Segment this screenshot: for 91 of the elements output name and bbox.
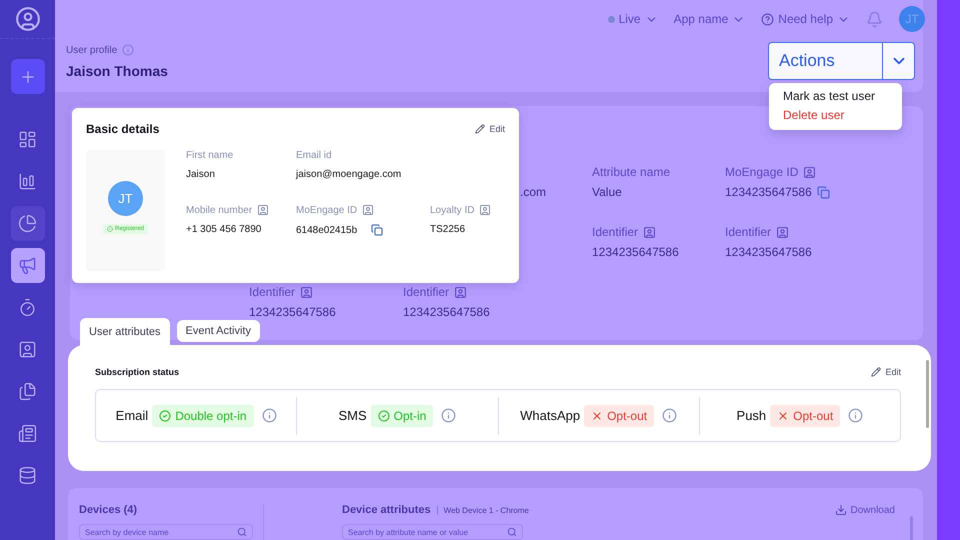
field-value: Jaison [186,169,215,180]
download-button[interactable]: Download [834,504,895,516]
attribute-search-field[interactable]: Search by attribute name or value [342,524,523,540]
attribute-value: 1234235647586 [403,305,490,319]
attribute-label: Identifier [403,285,450,299]
pie-chart-icon [18,214,37,233]
dashboard-icon [18,130,37,149]
help-icon [761,12,774,26]
menu-item[interactable]: Mark as test user [783,89,902,103]
id-card-icon [776,226,790,238]
tab[interactable]: Event Activity [176,320,260,342]
search-icon [507,527,517,537]
attribute-value: .com [520,185,546,199]
environment-dropdown[interactable]: Live [608,12,658,26]
info-icon[interactable] [848,408,864,423]
edit-link[interactable]: Edit [475,124,505,134]
stopwatch-icon [18,298,37,317]
attribute-value: 1234235647586 [725,185,812,199]
copy-icon[interactable] [371,224,384,236]
section-title: Subscription status [95,367,180,377]
user-avatar: JT [108,181,143,216]
id-card-icon [454,286,468,298]
attribute-label: Identifier [725,225,772,239]
pencil-icon [475,124,486,134]
add-button[interactable] [10,59,44,94]
id-card-icon [643,226,656,238]
field-value: +1 305 456 7890 [186,224,262,235]
cross-icon [777,410,790,422]
newspaper-icon [18,424,37,443]
megaphone-icon [18,256,37,275]
attribute-label: Identifier [249,285,296,299]
channel-name: Email [116,408,148,423]
info-icon[interactable] [662,408,678,423]
campaigns-nav[interactable] [10,248,44,283]
field-value: 6148e02415b [296,224,358,236]
search-icon [237,527,247,537]
status-badge: Opt-out [770,404,840,426]
attribute-label: Attribute name [592,165,670,179]
copy-icon[interactable] [816,186,830,198]
card-title: Basic details [86,122,160,136]
id-card-icon [479,204,492,216]
id-card-icon [300,286,314,298]
tab[interactable]: User attributes [80,318,170,346]
field-label: Email id [296,150,332,161]
id-card-icon [362,204,374,216]
info-icon[interactable] [262,408,277,423]
id-card-icon [803,166,816,178]
device-attributes-title: Device attributes [342,504,431,516]
status-badge: Opt-in [370,404,434,426]
channel-name: SMS [338,408,367,423]
edit-link[interactable]: Edit [871,367,901,377]
field-value: TS2256 [430,224,466,235]
files-icon [18,382,37,401]
attribute-value: 1234235647586 [725,245,812,259]
actions-button[interactable]: Actions [769,43,882,79]
status-dot-icon [608,16,615,22]
attribute-label: Identifier [592,225,638,239]
channel-name: Push [736,408,766,423]
segments-nav[interactable] [10,206,44,241]
contact-icon [18,340,37,359]
device-search-field[interactable]: Search by device name [79,524,253,540]
page-label: User profile [66,44,118,56]
bar-chart-icon [18,172,37,191]
status-badge: Double opt-in [152,404,254,426]
field-label: First name [186,150,234,161]
database-icon [18,466,37,485]
channel-name: WhatsApp [520,408,580,423]
attribute-value: 1234235647586 [249,305,336,319]
field-label: Loyalty ID [430,204,474,216]
user-name: Jaison Thomas [66,63,168,79]
info-icon[interactable] [441,408,456,423]
cross-icon [591,410,604,422]
user-logo-icon [14,6,40,32]
app-dropdown[interactable]: App name [674,12,746,26]
pencil-icon [871,367,882,377]
attribute-value: Value [592,185,622,199]
id-card-icon [257,204,270,216]
devices-title: Devices (4) [79,504,138,516]
status-badge: Opt-out [584,404,654,426]
field-label: MoEngage ID [296,204,358,216]
attribute-label: MoEngage ID [725,165,798,179]
menu-item[interactable]: Delete user [783,108,902,122]
help-dropdown[interactable]: Need help [761,12,850,26]
device-name: Web Device 1 - Chrome [436,506,529,514]
field-label: Mobile number [186,204,252,216]
check-circle-icon [106,226,113,232]
check-circle-icon [159,410,172,422]
field-value: jaison@moengage.com [296,169,402,180]
attribute-value: 1234235647586 [592,245,679,259]
download-icon [834,504,847,516]
check-circle-icon [378,410,390,422]
